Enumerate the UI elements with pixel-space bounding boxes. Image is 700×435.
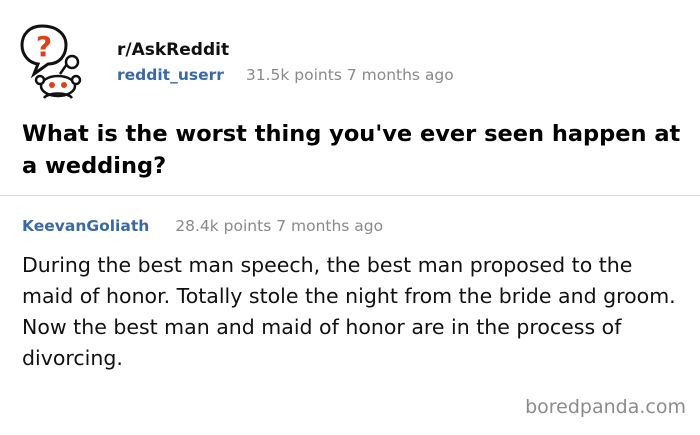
divider [0,195,700,196]
watermark: boredpanda.com [525,396,686,418]
comment-meta: KeevanGoliath 28.4k points 7 months ago [22,217,383,235]
reddit-alien-question-icon: ? [20,22,92,100]
post-header: ? r/AskReddit reddit_userr 31.5k points 7… [0,0,700,195]
post-meta: reddit_userr 31.5k points 7 months ago [117,66,454,84]
post-stats: 31.5k points 7 months ago [245,66,454,84]
comment-stats: 28.4k points 7 months ago [175,217,384,235]
op-username[interactable]: reddit_userr [117,66,224,84]
post-title[interactable]: What is the worst thing you've ever seen… [22,118,682,182]
comment-username[interactable]: KeevanGoliath [22,217,149,235]
svg-text:?: ? [36,30,52,63]
comment-body: During the best man speech, the best man… [22,253,676,370]
subreddit-name[interactable]: r/AskReddit [117,40,229,60]
